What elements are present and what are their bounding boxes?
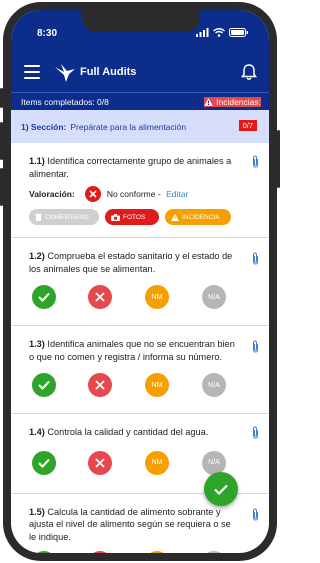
check-icon: [38, 292, 50, 302]
na-label: N/A: [208, 459, 220, 466]
section-title: Prepárate para la alimentación: [70, 121, 187, 132]
incidents-label: Incidencias:: [216, 97, 261, 107]
paperclip-icon[interactable]: [252, 507, 259, 521]
photos-button[interactable]: FOTOS: [105, 209, 159, 225]
app-title: Full Audits: [80, 66, 137, 78]
notch: [82, 10, 200, 32]
item-text: Identifica correctamente grupo de animal…: [29, 156, 232, 179]
valoracion-value: No conforme: [106, 189, 156, 199]
item-number: 1.2): [29, 251, 45, 261]
valoracion-label: Valoración:: [29, 189, 75, 199]
nm-button[interactable]: NM: [145, 373, 169, 397]
item-number: 1.1): [29, 156, 45, 166]
volume-up-button: [0, 122, 3, 160]
screen: 8:30 Full Audits Items completados: 0/8 …: [11, 10, 269, 553]
mute-switch: [0, 88, 3, 108]
bird-logo-icon: [55, 64, 75, 82]
item-text: Calcula la cantidad de alimento sobrante…: [29, 506, 231, 542]
close-icon: [95, 380, 105, 390]
wifi-icon: [213, 28, 225, 37]
warning-icon: [204, 98, 213, 106]
action-chips: COMENTARIO FOTOS INCIDENCIA: [29, 209, 261, 237]
item-text: Controla la calidad y cantidad del agua.: [47, 427, 209, 437]
valoracion-row: Valoración: No conforme - Editar: [29, 186, 261, 202]
trash-icon: [35, 213, 42, 221]
edit-link[interactable]: Editar: [166, 189, 188, 199]
comment-label: COMENTARIO: [45, 213, 89, 221]
close-icon: [84, 186, 101, 202]
na-button[interactable]: N/A: [202, 551, 226, 553]
na-button[interactable]: N/A: [202, 373, 226, 397]
item-question: 1.4) Controla la calidad y cantidad del …: [29, 414, 261, 439]
item-text: Comprueba el estado sanitario y el estad…: [29, 251, 233, 274]
item-number: 1.4): [29, 427, 45, 437]
incident-label: INCIDENCIA: [182, 213, 220, 221]
section-count-badge: 0/7: [238, 120, 257, 131]
checklist-item-1-3: 1.3) Identifica animales que no se encue…: [11, 326, 269, 414]
submit-fab-button[interactable]: [204, 472, 238, 506]
completed-count: Items completados: 0/8: [21, 97, 109, 107]
paperclip-icon[interactable]: [252, 252, 259, 265]
bell-icon[interactable]: [241, 63, 257, 81]
na-button[interactable]: N/A: [202, 450, 226, 475]
nm-button[interactable]: NM: [145, 285, 169, 309]
paperclip-icon[interactable]: [252, 340, 259, 353]
answer-buttons: NM N/A: [29, 373, 261, 401]
compliant-button[interactable]: [32, 373, 56, 397]
check-icon: [38, 380, 50, 390]
checklist-item-1-1: 1.1) Identifica correctamente grupo de a…: [11, 143, 269, 238]
section-label: 1) Sección:: [21, 121, 67, 132]
compliant-button[interactable]: [32, 551, 56, 553]
non-compliant-button[interactable]: [88, 373, 112, 397]
nm-button[interactable]: NM: [145, 450, 169, 475]
non-compliant-button[interactable]: [88, 551, 112, 553]
item-text: Identifica animales que no se encuentran…: [29, 339, 235, 362]
item-question: 1.2) Comprueba el estado sanitario y el …: [29, 238, 261, 275]
nm-label: NM: [151, 293, 163, 301]
compliant-button[interactable]: [32, 450, 56, 475]
paperclip-icon[interactable]: [252, 426, 259, 439]
section-header[interactable]: 1) Sección: Prepárate para la alimentaci…: [11, 110, 269, 143]
check-icon: [38, 458, 50, 468]
compliant-button[interactable]: [32, 285, 56, 309]
na-label: N/A: [208, 381, 220, 389]
non-compliant-button[interactable]: [88, 285, 112, 309]
signal-icon: [196, 28, 209, 37]
power-button: [277, 130, 280, 188]
answer-buttons: NM N/A: [29, 551, 261, 553]
non-compliant-button[interactable]: [88, 450, 112, 475]
close-icon: [95, 292, 105, 302]
paperclip-icon[interactable]: [252, 155, 259, 168]
check-icon: [214, 484, 228, 495]
checklist-item-1-2: 1.2) Comprueba el estado sanitario y el …: [11, 238, 269, 326]
battery-icon: [229, 28, 248, 37]
incident-button[interactable]: INCIDENCIA: [165, 209, 231, 225]
nm-label: NM: [151, 459, 163, 466]
item-question: 1.1) Identifica correctamente grupo de a…: [29, 143, 261, 180]
photos-label: FOTOS: [123, 213, 146, 221]
volume-down-button: [0, 168, 3, 206]
close-icon: [95, 457, 105, 468]
nm-button[interactable]: NM: [145, 551, 169, 553]
camera-icon: [111, 213, 120, 221]
na-label: N/A: [208, 293, 220, 301]
valoracion-separator: -: [155, 189, 164, 199]
answer-buttons: NM N/A: [29, 285, 261, 313]
clock: 8:30: [37, 28, 58, 39]
na-button[interactable]: N/A: [202, 285, 226, 309]
hamburger-menu-icon[interactable]: [24, 65, 40, 79]
app-bar: Full Audits: [11, 54, 269, 92]
warning-icon: [171, 213, 179, 221]
item-number: 1.5): [29, 506, 45, 517]
status-icons: [196, 28, 249, 37]
nm-label: NM: [151, 381, 163, 389]
incidents-summary: Incidencias:: [204, 97, 261, 107]
summary-bar: Items completados: 0/8 Incidencias:: [11, 92, 269, 111]
item-question: 1.3) Identifica animales que no se encue…: [29, 326, 261, 363]
comment-button[interactable]: COMENTARIO: [29, 209, 99, 225]
item-number: 1.3): [29, 339, 45, 349]
